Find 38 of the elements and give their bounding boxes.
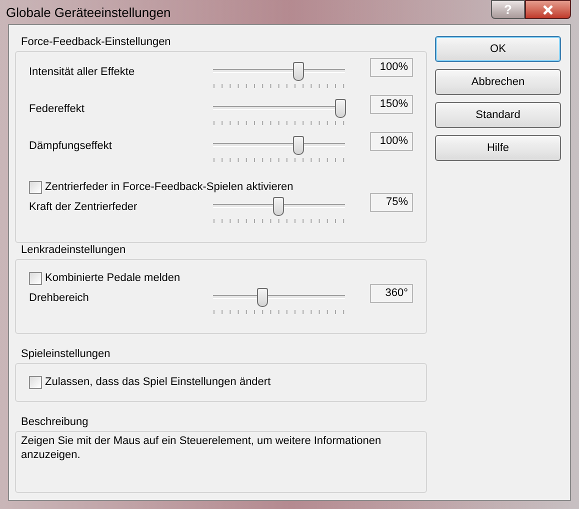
group-title: Beschreibung [20,415,90,430]
checkbox-label: Kombinierte Pedale melden [45,270,180,286]
close-button[interactable] [525,0,571,19]
group-title: Lenkradeinstellungen [20,243,127,258]
slider[interactable] [213,62,346,81]
slider-label: Intensität aller Effekte [29,65,136,80]
slider[interactable] [213,99,346,118]
checkbox[interactable] [29,180,42,194]
value-readout: 360° [370,284,413,303]
slider-thumb[interactable] [257,288,268,307]
checkbox-label: Zulassen, dass das Spiel Einstellungen ändert [45,374,271,390]
window-title: Globale Geräteeinstellungen [6,4,171,22]
slider[interactable] [213,288,346,307]
slider-label: Dämpfungseffekt [29,139,113,154]
slider-thumb[interactable] [335,99,346,118]
value-readout: 150% [370,95,413,114]
slider-thumb[interactable] [273,197,284,216]
dialog-button[interactable]: Hilfe [435,135,561,161]
group-title: Force-Feedback-Einstellungen [20,35,172,50]
value-readout: 100% [370,132,413,151]
checkbox[interactable] [29,272,42,284]
description-text: Zeigen Sie mit der Maus auf ein Steuerelement, um weitere Informationen anzuzeigen. [21,434,382,462]
checkbox[interactable] [29,376,42,388]
slider[interactable] [213,197,346,216]
slider-thumb[interactable] [293,136,304,155]
dialog-button[interactable]: Abbrechen [435,69,561,95]
slider-thumb[interactable] [293,62,304,81]
dialog-button[interactable]: OK [435,36,561,62]
value-readout: 100% [370,58,413,77]
value-readout: 75% [370,193,413,212]
slider-label: Federeffekt [29,102,86,117]
slider[interactable] [213,136,346,155]
close-icon [542,4,554,14]
group-title: Spieleinstellungen [20,347,112,362]
dialog-button[interactable]: Standard [435,102,561,128]
slider-label: Drehbereich [29,291,90,306]
slider-label: Kraft der Zentrierfeder [29,200,138,215]
checkbox-label: Zentrierfeder in Force-Feedback-Spielen aktivieren [45,180,294,195]
